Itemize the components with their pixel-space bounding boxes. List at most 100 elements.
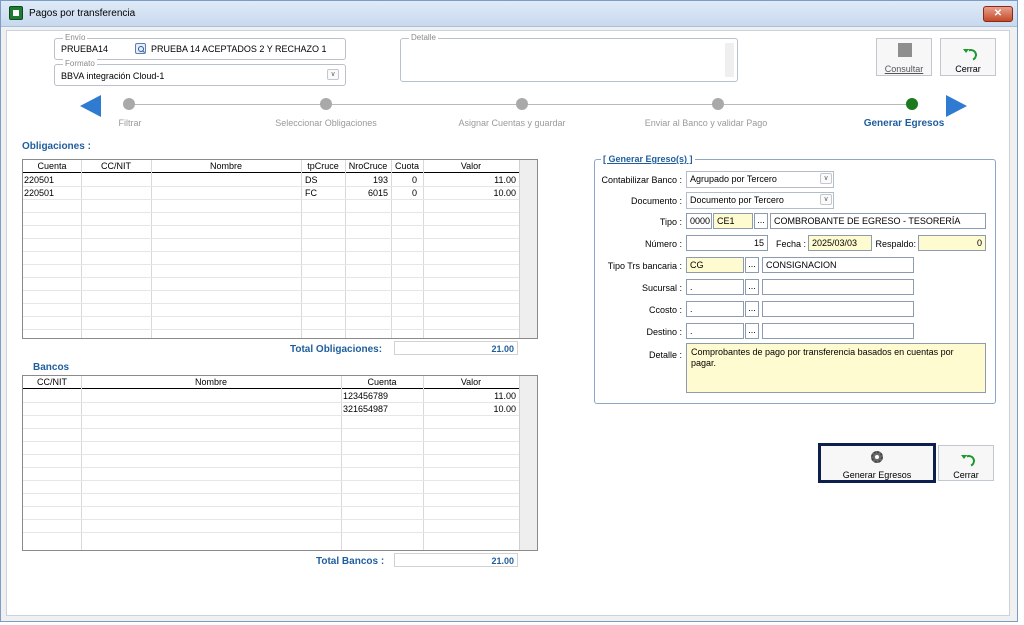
bancos-row-1-cuenta[interactable]: 123456789 — [343, 391, 388, 401]
col-cuota[interactable]: Cuota — [391, 161, 423, 171]
row-divider — [23, 532, 519, 533]
sucursal-label: Sucursal : — [641, 283, 682, 293]
ccosto-lookup-button[interactable]: ... — [745, 301, 759, 317]
ccosto-code-input[interactable]: . — [686, 301, 744, 317]
bancos-row-2-cuenta[interactable]: 321654987 — [343, 404, 388, 414]
table-row-1-cuenta[interactable]: 220501 — [24, 175, 54, 185]
col-valor[interactable]: Valor — [423, 377, 519, 387]
search-icon[interactable] — [135, 43, 146, 54]
destino-code-input[interactable]: . — [686, 323, 744, 339]
detalle-egreso-textarea[interactable]: Comprobantes de pago por transferencia b… — [686, 343, 986, 393]
envio-code[interactable]: PRUEBA14 — [61, 44, 108, 54]
col-valor[interactable]: Valor — [423, 161, 519, 171]
total-obligaciones-value: 21.00 — [394, 341, 518, 355]
table-row-1-nrocruce[interactable]: 193 — [345, 175, 388, 185]
bancos-row-2-valor[interactable]: 10.00 — [423, 404, 516, 414]
wizard-prev-arrow-icon[interactable] — [80, 95, 101, 117]
contabilizar-label: Contabilizar Banco : — [601, 175, 682, 185]
numero-label: Número : — [644, 239, 682, 249]
documento-select[interactable]: Documento por Tercero ∨ — [686, 192, 834, 209]
undo-icon — [960, 453, 974, 465]
formato-select[interactable]: BBVA integración Cloud-1 — [61, 71, 164, 81]
col-cuenta[interactable]: Cuenta — [341, 377, 423, 387]
respaldo-input[interactable]: 0 — [918, 235, 986, 251]
window-close-button[interactable]: ✕ — [983, 6, 1013, 22]
tipo-lookup-button[interactable]: ... — [754, 213, 768, 229]
numero-input[interactable]: 15 — [686, 235, 768, 251]
table-row-1-cuota[interactable]: 0 — [391, 175, 417, 185]
stop-icon — [898, 43, 912, 57]
col-ccnit[interactable]: CC/NIT — [81, 161, 151, 171]
sucursal-desc-input[interactable] — [762, 279, 914, 295]
gear-icon — [871, 451, 883, 463]
table-row-2-nrocruce[interactable]: 6015 — [345, 188, 388, 198]
col-tpcruce[interactable]: tpCruce — [301, 161, 345, 171]
col-nombre[interactable]: Nombre — [151, 161, 301, 171]
tipo-desc-input[interactable]: COMBROBANTE DE EGRESO - TESORERÍA — [770, 213, 986, 229]
row-divider — [23, 493, 519, 494]
wizard-step-filtrar[interactable]: Filtrar — [112, 118, 148, 128]
bancos-grid[interactable]: CC/NIT Nombre Cuenta Valor 123456789 11.… — [22, 375, 538, 551]
obligaciones-header: Cuenta CC/NIT Nombre tpCruce NroCruce Cu… — [23, 160, 519, 173]
obligaciones-grid[interactable]: Cuenta CC/NIT Nombre tpCruce NroCruce Cu… — [22, 159, 538, 339]
row-divider — [23, 506, 519, 507]
cerrar-top-button[interactable]: Cerrar — [940, 38, 996, 76]
col-nrocruce[interactable]: NroCruce — [345, 161, 391, 171]
bancos-scrollbar[interactable] — [519, 376, 537, 550]
table-row-1-tpcruce[interactable]: DS — [305, 175, 318, 185]
formato-legend: Formato — [63, 59, 97, 68]
sucursal-lookup-button[interactable]: ... — [745, 279, 759, 295]
generar-egresos-label: Generar Egresos — [842, 470, 912, 480]
contabilizar-select[interactable]: Agrupado por Tercero ∨ — [686, 171, 834, 188]
ccosto-desc-input[interactable] — [762, 301, 914, 317]
table-row-2-cuenta[interactable]: 220501 — [24, 188, 54, 198]
generar-egreso-title: [ Generar Egreso(s) ] — [601, 154, 695, 164]
cerrar-top-label: Cerrar — [955, 64, 981, 74]
fecha-input[interactable]: 2025/03/03 — [808, 235, 872, 251]
row-divider — [23, 238, 519, 239]
col-nombre[interactable]: Nombre — [81, 377, 341, 387]
cerrar-bottom-button[interactable]: Cerrar — [938, 445, 994, 481]
destino-lookup-button[interactable]: ... — [745, 323, 759, 339]
wizard-next-arrow-icon[interactable] — [946, 95, 967, 117]
wizard-step-enviar[interactable]: Enviar al Banco y validar Pago — [636, 118, 776, 128]
bancos-row-1-valor[interactable]: 11.00 — [423, 391, 516, 401]
ccosto-label: Ccosto : — [648, 305, 682, 315]
sucursal-code-input[interactable]: . — [686, 279, 744, 295]
tipotrs-desc-input[interactable]: CONSIGNACION — [762, 257, 914, 273]
detalle-scrollbar[interactable] — [725, 43, 734, 77]
chevron-down-icon[interactable]: ∨ — [327, 69, 339, 80]
row-divider — [23, 199, 519, 200]
wizard-step-dot-3 — [516, 98, 528, 110]
tipotrs-code-input[interactable]: CG — [686, 257, 744, 273]
row-divider — [23, 467, 519, 468]
table-row-2-tpcruce[interactable]: FC — [305, 188, 317, 198]
col-cuenta[interactable]: Cuenta — [23, 161, 81, 171]
wizard-step-asignar[interactable]: Asignar Cuentas y guardar — [452, 118, 572, 128]
wizard-step-seleccionar[interactable]: Seleccionar Obligaciones — [266, 118, 386, 128]
row-divider — [23, 428, 519, 429]
row-divider — [23, 441, 519, 442]
title-bar: Pagos por transferencia ✕ — [1, 1, 1017, 27]
destino-desc-input[interactable] — [762, 323, 914, 339]
chevron-down-icon[interactable]: ∨ — [820, 173, 832, 184]
table-row-1-valor[interactable]: 11.00 — [423, 175, 516, 185]
formato-group: Formato BBVA integración Cloud-1 ∨ — [54, 59, 346, 86]
contabilizar-value: Agrupado por Tercero — [690, 174, 777, 184]
consultar-button[interactable]: Consultar — [876, 38, 932, 76]
obligaciones-scrollbar[interactable] — [519, 160, 537, 338]
table-row-2-valor[interactable]: 10.00 — [423, 188, 516, 198]
row-divider — [23, 303, 519, 304]
generar-egresos-button[interactable]: Generar Egresos — [818, 443, 936, 483]
row-divider — [23, 212, 519, 213]
tipo-code-input[interactable]: 0000 — [686, 213, 712, 229]
tipotrs-lookup-button[interactable]: ... — [745, 257, 759, 273]
col-ccnit[interactable]: CC/NIT — [23, 377, 81, 387]
total-obligaciones-label: Total Obligaciones: — [290, 344, 383, 355]
row-divider — [23, 277, 519, 278]
destino-label: Destino : — [646, 327, 682, 337]
table-row-2-cuota[interactable]: 0 — [391, 188, 417, 198]
tipo-sub-input[interactable]: CE1 — [713, 213, 753, 229]
wizard-step-generar[interactable]: Generar Egresos — [856, 118, 952, 129]
chevron-down-icon[interactable]: ∨ — [820, 194, 832, 205]
